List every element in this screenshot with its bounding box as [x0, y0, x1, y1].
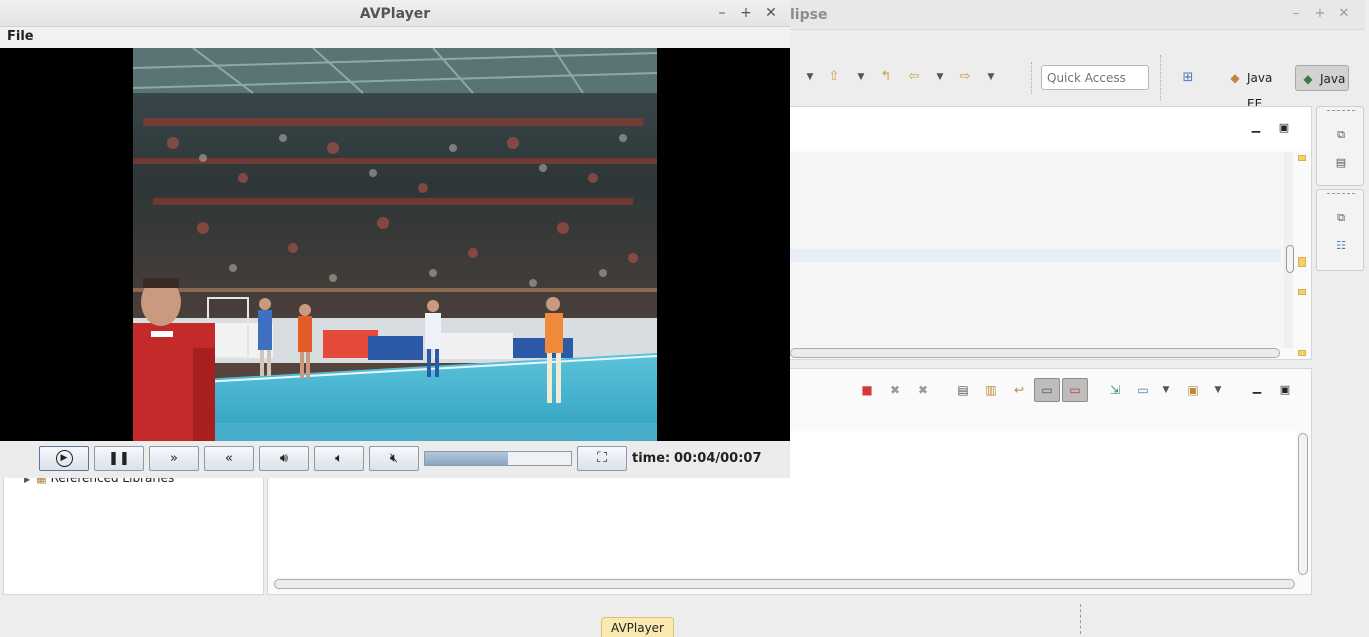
- show-on-output-icon[interactable]: ▭: [1034, 378, 1060, 402]
- open-console-icon[interactable]: ▣: [1184, 381, 1202, 399]
- rewind-button[interactable]: «: [204, 446, 254, 471]
- close-icon[interactable]: ✕: [1336, 6, 1352, 22]
- next-annotation-icon[interactable]: ⇧: [826, 69, 842, 85]
- editor-horizontal-scrollbar[interactable]: [790, 348, 1280, 358]
- maximize-view-icon[interactable]: ▣: [1278, 383, 1292, 397]
- perspective-label: Java EE: [1247, 71, 1273, 111]
- pause-icon: ❚❚: [108, 451, 130, 466]
- maximize-icon[interactable]: +: [738, 5, 754, 21]
- avplayer-titlebar[interactable]: AVPlayer – + ✕: [0, 0, 790, 27]
- drag-handle[interactable]: [1327, 110, 1355, 111]
- pin-console-icon[interactable]: ⇲: [1106, 381, 1124, 399]
- player-controls: ▶ ❚❚ » « 🔊︎ 🔈︎ 🔇︎ ⛶ time: 00:04/00:07: [0, 441, 790, 478]
- rewind-icon: «: [225, 451, 233, 466]
- open-perspective-icon[interactable]: ⊞: [1180, 70, 1196, 86]
- volume-down-icon: 🔈︎: [335, 451, 343, 466]
- time-label: time:: [632, 451, 671, 466]
- perspective-java-ee[interactable]: ◆ Java EE: [1223, 65, 1293, 111]
- last-edit-icon[interactable]: ↰: [878, 69, 894, 85]
- chevron-down-icon[interactable]: ▼: [805, 69, 815, 85]
- editor-text-area[interactable]: [790, 152, 1282, 347]
- overview-marker[interactable]: [1298, 257, 1306, 267]
- clear-console-icon[interactable]: ▤: [954, 381, 972, 399]
- remove-all-launches-icon[interactable]: ✖: [914, 381, 932, 399]
- maximize-icon[interactable]: +: [1312, 6, 1328, 22]
- chevron-down-icon[interactable]: ▼: [1209, 381, 1227, 399]
- trim-stack-top: ⧉ ▤: [1316, 106, 1364, 186]
- restore-icon[interactable]: ⧉: [1333, 210, 1349, 226]
- show-on-error-icon[interactable]: ▭: [1062, 378, 1088, 402]
- display-console-icon[interactable]: ▭: [1134, 381, 1152, 399]
- mute-button[interactable]: 🔇︎: [369, 446, 419, 471]
- trim-stack-bottom: ⧉ ☷: [1316, 189, 1364, 271]
- volume-up-button[interactable]: 🔊︎: [259, 446, 309, 471]
- forward-arrow-icon[interactable]: ⇨: [957, 69, 973, 85]
- menu-file[interactable]: File: [6, 28, 35, 45]
- word-wrap-icon[interactable]: ↩: [1010, 381, 1028, 399]
- console-horizontal-scrollbar[interactable]: [274, 579, 1295, 589]
- java-ee-icon: ◆: [1230, 71, 1240, 85]
- time-value: 00:04/00:07: [674, 451, 762, 466]
- video-frame-image: [133, 48, 657, 441]
- minimize-view-icon[interactable]: ▁: [1250, 381, 1264, 395]
- play-button[interactable]: ▶: [39, 446, 89, 471]
- toolbar-separator: [1160, 55, 1161, 101]
- maximize-view-icon[interactable]: ▣: [1277, 121, 1291, 135]
- minimize-view-icon[interactable]: ▁: [1249, 120, 1263, 134]
- fullscreen-button[interactable]: ⛶: [577, 446, 627, 471]
- editor-panel: ▁ ▣: [790, 106, 1312, 360]
- pause-button[interactable]: ❚❚: [94, 446, 144, 471]
- overview-marker[interactable]: [1298, 289, 1306, 295]
- progress-fill: [425, 452, 508, 465]
- overview-marker[interactable]: [1298, 155, 1306, 161]
- mute-icon: 🔇︎: [389, 451, 399, 466]
- chevron-down-icon[interactable]: ▼: [1157, 381, 1175, 399]
- volume-up-icon: 🔊︎: [279, 451, 289, 466]
- window-title: AVPlayer: [359, 6, 431, 22]
- chevron-down-icon[interactable]: ▼: [986, 69, 996, 85]
- video-viewport[interactable]: [0, 48, 790, 441]
- outline-view-icon[interactable]: ▤: [1333, 155, 1349, 171]
- volume-down-button[interactable]: 🔈︎: [314, 446, 364, 471]
- status-separator: [1080, 604, 1081, 634]
- forward-button[interactable]: »: [149, 446, 199, 471]
- eclipse-title: lipse: [790, 7, 828, 23]
- editor-scroll-thumb[interactable]: [1286, 245, 1294, 273]
- desktop: lipse – + ✕ ▼ ⇧ ▼ ↰ ⇦ ▼ ⇨ ▼ ⊞ ◆ Java EE …: [0, 0, 1369, 637]
- back-arrow-icon[interactable]: ⇦: [906, 69, 922, 85]
- chevron-down-icon[interactable]: ▼: [856, 69, 866, 85]
- toolbar-separator: [1031, 62, 1032, 94]
- console-vertical-scrollbar[interactable]: [1298, 433, 1308, 575]
- avplayer-window: AVPlayer – + ✕ File ▶ ❚❚ » « 🔊︎ 🔈︎ 🔇︎ ⛶ …: [0, 0, 790, 478]
- remove-launch-icon[interactable]: ✖: [886, 381, 904, 399]
- restore-icon[interactable]: ⧉: [1333, 127, 1349, 143]
- perspective-label: Java: [1320, 72, 1346, 86]
- editor-tab-bar: ▁ ▣: [790, 107, 1311, 151]
- scroll-lock-icon[interactable]: ▥: [982, 381, 1000, 399]
- playback-progress-bar[interactable]: [424, 451, 572, 466]
- menu-bar: File: [0, 27, 790, 48]
- current-line-highlight: [790, 249, 1281, 262]
- perspective-java[interactable]: ◆ Java: [1295, 65, 1349, 91]
- close-icon[interactable]: ✕: [763, 5, 779, 21]
- java-perspective-icon: ◆: [1303, 72, 1313, 86]
- video-frame: [133, 48, 657, 441]
- minimize-icon[interactable]: –: [1288, 6, 1304, 22]
- drag-handle[interactable]: [1327, 193, 1355, 194]
- quick-access-input[interactable]: [1041, 65, 1149, 90]
- chevron-down-icon[interactable]: ▼: [935, 69, 945, 85]
- overview-marker[interactable]: [1298, 350, 1306, 356]
- fast-forward-icon: »: [170, 451, 178, 466]
- fullscreen-icon: ⛶: [597, 450, 607, 466]
- taskbar-avplayer[interactable]: AVPlayer: [601, 617, 674, 637]
- play-icon: ▶: [55, 450, 73, 467]
- task-list-icon[interactable]: ☷: [1333, 238, 1349, 254]
- terminate-icon[interactable]: ■: [858, 381, 876, 399]
- minimize-icon[interactable]: –: [714, 5, 730, 21]
